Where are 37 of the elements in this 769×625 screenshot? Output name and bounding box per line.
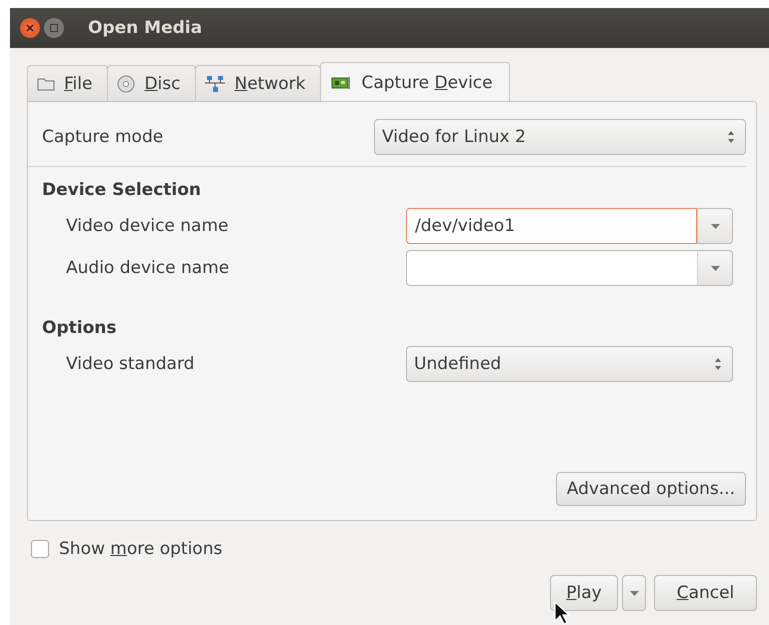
spin-arrows-icon: [714, 357, 722, 371]
close-icon: [26, 24, 34, 32]
tab[interactable]: File: [27, 65, 108, 102]
tab[interactable]: Network: [195, 65, 322, 102]
caret-icon: [710, 224, 720, 228]
caret-icon: [630, 590, 638, 596]
field-label: Video device name: [66, 216, 228, 236]
disc-icon: [117, 75, 136, 93]
field-label: Audio device name: [66, 258, 230, 278]
video-standard-dropdown[interactable]: Undefined: [406, 346, 733, 382]
window-title: Open Media: [88, 18, 202, 38]
dropdown-button[interactable]: [697, 208, 733, 244]
play-options-button[interactable]: [622, 575, 646, 611]
maximize-icon: [50, 24, 58, 32]
card-icon: [330, 74, 352, 90]
checkbox-label: Show more options: [59, 539, 222, 559]
device-name-field[interactable]: [406, 250, 697, 286]
field-label: Capture mode: [42, 127, 164, 147]
section-heading: Device Selection: [42, 180, 202, 202]
cancel-button[interactable]: Cancel: [654, 575, 757, 611]
capture-mode-dropdown[interactable]: Video for Linux 2: [374, 119, 746, 155]
caret-icon: [710, 266, 720, 270]
network-icon: [205, 75, 226, 93]
tab[interactable]: Disc: [107, 65, 196, 102]
dropdown-button[interactable]: [697, 250, 733, 286]
close-button[interactable]: [20, 18, 40, 38]
spin-arrows-icon: [727, 130, 735, 144]
section-heading: Options: [42, 318, 118, 340]
checkbox[interactable]: [31, 540, 49, 558]
mouse-cursor-icon: [554, 601, 570, 625]
field-label: Video standard: [66, 354, 194, 374]
device-name-field[interactable]: /dev/video1: [406, 208, 697, 244]
play-button[interactable]: Play: [550, 575, 618, 611]
tab[interactable]: Capture Device: [320, 62, 510, 102]
folder-icon: [37, 77, 55, 91]
maximize-button[interactable]: [44, 18, 64, 38]
advanced-options-button[interactable]: Advanced options...: [556, 472, 746, 506]
